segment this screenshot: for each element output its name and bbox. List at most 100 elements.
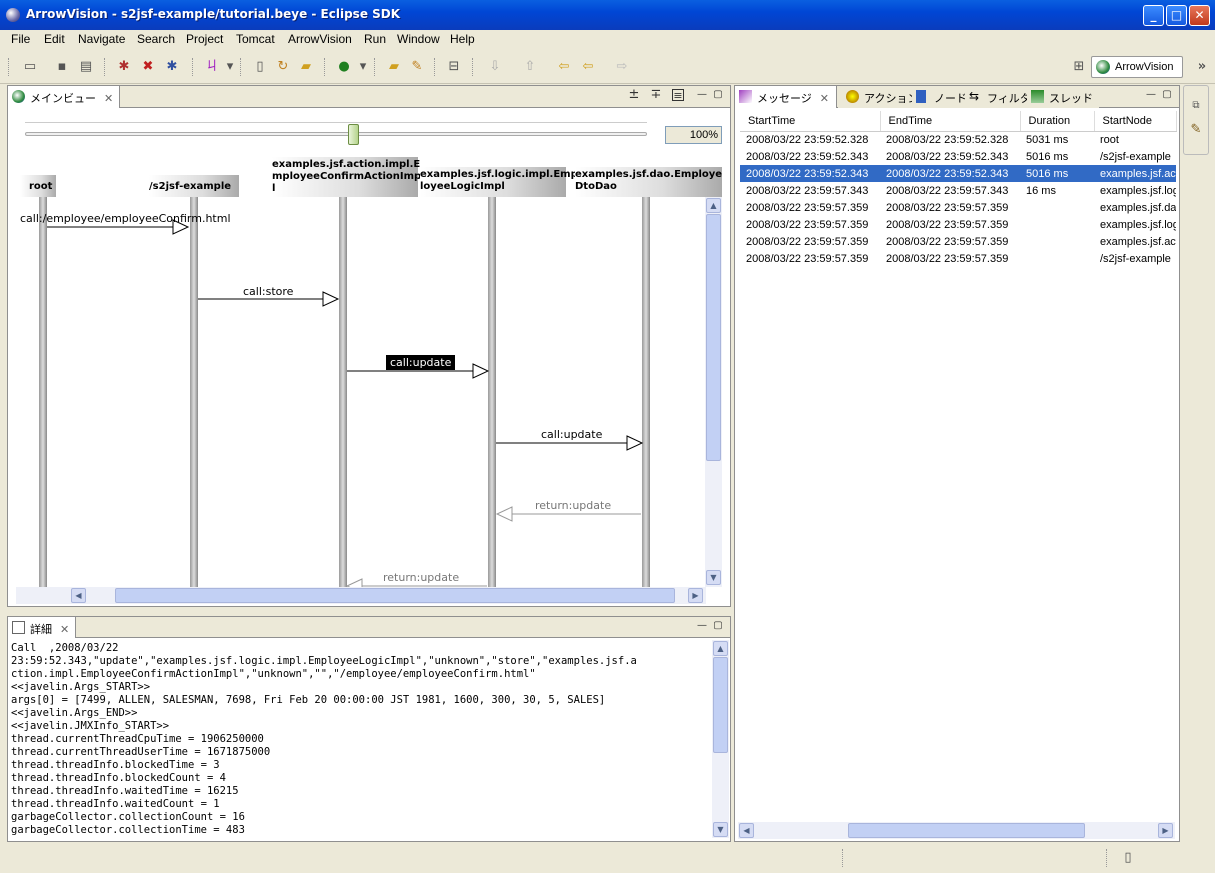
column-header-startnode[interactable]: StartNode [1094, 111, 1177, 132]
maximize-view-icon[interactable]: ▢ [1161, 89, 1173, 101]
column-header-duration[interactable]: Duration [1020, 111, 1095, 132]
run-icon[interactable]: ● [336, 59, 352, 75]
scroll-thumb[interactable] [713, 657, 728, 753]
detail-vertical-scrollbar[interactable]: ▲ ▼ [712, 640, 729, 838]
table-row[interactable]: 2008/03/22 23:59:52.328 2008/03/22 23:59:… [740, 131, 1176, 148]
back-icon[interactable]: ⇦ [580, 59, 596, 75]
scroll-up-icon[interactable]: ▲ [713, 641, 728, 656]
tab-action-label: アクション [864, 92, 919, 105]
menu-project[interactable]: Project [186, 32, 223, 46]
open-folder-icon[interactable]: ▰ [386, 59, 402, 75]
menu-arrowvision[interactable]: ArrowVision [288, 32, 352, 46]
pin-icon[interactable]: ㄐ [204, 59, 220, 75]
scroll-left-icon[interactable]: ◀ [71, 588, 86, 603]
table-row[interactable]: 2008/03/22 23:59:57.359 2008/03/22 23:59:… [740, 199, 1176, 216]
prev-annotation-icon[interactable]: ⇧ [522, 59, 538, 75]
scroll-down-icon[interactable]: ▼ [713, 822, 728, 837]
message-label[interactable]: return:update [535, 499, 611, 512]
collapse-icon[interactable]: ∓ [650, 88, 662, 101]
refresh-icon[interactable]: ↻ [275, 59, 291, 75]
outline-icon[interactable]: ⊟ [446, 59, 462, 75]
scroll-down-icon[interactable]: ▼ [706, 570, 721, 585]
tab-message[interactable]: メッセージ ✕ [735, 86, 837, 108]
bug-icon[interactable]: ✱ [116, 59, 132, 75]
menu-run[interactable]: Run [364, 32, 386, 46]
scroll-thumb[interactable] [115, 588, 675, 603]
maximize-button[interactable]: □ [1166, 5, 1187, 26]
close-icon[interactable]: ✕ [60, 623, 69, 636]
menu-search[interactable]: Search [137, 32, 175, 46]
scroll-thumb[interactable] [706, 214, 721, 461]
brush-icon[interactable]: ✎ [409, 59, 425, 75]
horizontal-scrollbar[interactable]: ◀ ▶ [16, 587, 706, 604]
last-edit-icon[interactable]: ⇦ [556, 59, 572, 75]
editor-icon[interactable]: ✎ [1188, 122, 1204, 138]
table-cell [1020, 199, 1094, 216]
scroll-up-icon[interactable]: ▲ [706, 198, 721, 213]
forward-icon[interactable]: ⇨ [614, 59, 630, 75]
minimize-view-icon[interactable]: — [1145, 89, 1157, 101]
minimize-view-icon[interactable]: — [696, 620, 708, 632]
table-row[interactable]: 2008/03/22 23:59:57.359 2008/03/22 23:59:… [740, 216, 1176, 233]
page-icon[interactable]: ▯ [252, 59, 268, 75]
tab-main-view[interactable]: メインビュー ✕ [8, 86, 121, 108]
fast-view-icon[interactable]: ▯ [1120, 850, 1136, 866]
zoom-field[interactable]: 100% [665, 126, 722, 144]
scroll-thumb[interactable] [848, 823, 1085, 838]
table-cell: 2008/03/22 23:59:57.343 [886, 184, 1009, 197]
zoom-slider-track[interactable] [25, 132, 647, 136]
tab-filter[interactable]: ⇆ フィルタ [965, 86, 1037, 108]
menu-tomcat[interactable]: Tomcat [236, 32, 275, 46]
message-label[interactable]: call:update [541, 428, 602, 441]
maximize-view-icon[interactable]: ▢ [712, 89, 724, 101]
close-icon[interactable]: ✕ [104, 92, 113, 105]
tab-detail[interactable]: 詳細 ✕ [8, 617, 77, 638]
menu-window[interactable]: Window [397, 32, 440, 46]
message-label[interactable]: return:update [383, 571, 459, 584]
scroll-right-icon[interactable]: ▶ [1158, 823, 1173, 838]
menu-help[interactable]: Help [450, 32, 475, 46]
open-perspective-icon[interactable]: ⊞ [1071, 59, 1087, 75]
message-label[interactable]: call:store [243, 285, 293, 298]
chevron-down-icon[interactable]: ▾ [222, 59, 238, 75]
chevron-down-icon[interactable]: ▾ [355, 59, 371, 75]
menu-edit[interactable]: Edit [44, 32, 65, 46]
save-icon[interactable]: ▪ [54, 59, 70, 75]
vertical-scrollbar[interactable]: ▲ ▼ [705, 197, 722, 587]
scroll-left-icon[interactable]: ◀ [739, 823, 754, 838]
table-row[interactable]: 2008/03/22 23:59:52.343 2008/03/22 23:59:… [740, 148, 1176, 165]
message-label[interactable]: call:/employee/employeeConfirm.html [20, 212, 231, 225]
menu-navigate[interactable]: Navigate [78, 32, 125, 46]
minimize-button[interactable]: _ [1143, 5, 1164, 26]
bug-list-icon[interactable]: ✱ [164, 59, 180, 75]
zoom-slider-thumb[interactable] [348, 124, 359, 145]
maximize-view-icon[interactable]: ▢ [712, 620, 724, 632]
message-horizontal-scrollbar[interactable]: ◀ ▶ [738, 822, 1175, 839]
detail-text[interactable]: Call ,2008/03/22 23:59:52.343,"update","e… [11, 642, 711, 838]
minimize-view-icon[interactable]: — [696, 89, 708, 101]
fit-icon[interactable]: ≡ [672, 89, 684, 102]
print-icon[interactable]: ▤ [78, 59, 94, 75]
column-header-starttime[interactable]: StartTime [740, 111, 881, 132]
perspective-switcher[interactable]: ArrowVision [1091, 56, 1183, 78]
more-perspectives-icon[interactable]: » [1194, 59, 1210, 75]
folder-icon[interactable]: ▰ [298, 59, 314, 75]
tab-node[interactable]: ノード [912, 86, 973, 108]
table-row[interactable]: 2008/03/22 23:59:57.343 2008/03/22 23:59:… [740, 182, 1176, 199]
menu-file[interactable]: File [11, 32, 30, 46]
next-annotation-icon[interactable]: ⇩ [487, 59, 503, 75]
table-row[interactable]: 2008/03/22 23:59:57.359 2008/03/22 23:59:… [740, 250, 1176, 267]
restore-icon[interactable]: ⧉ [1188, 98, 1204, 114]
tab-thread[interactable]: スレッド [1027, 86, 1099, 108]
column-header-endtime[interactable]: EndTime [880, 111, 1021, 132]
scroll-right-icon[interactable]: ▶ [688, 588, 703, 603]
table-row[interactable]: 2008/03/22 23:59:52.343 2008/03/22 23:59:… [740, 165, 1176, 182]
expand-icon[interactable]: ± [628, 88, 640, 101]
new-icon[interactable]: ▭ [22, 59, 38, 75]
message-label-selected[interactable]: call:update [386, 355, 456, 370]
action-icon [846, 90, 859, 103]
bug-delete-icon[interactable]: ✖ [140, 59, 156, 75]
close-icon[interactable]: ✕ [820, 92, 829, 105]
close-button[interactable]: ✕ [1189, 5, 1210, 26]
table-row[interactable]: 2008/03/22 23:59:57.359 2008/03/22 23:59:… [740, 233, 1176, 250]
